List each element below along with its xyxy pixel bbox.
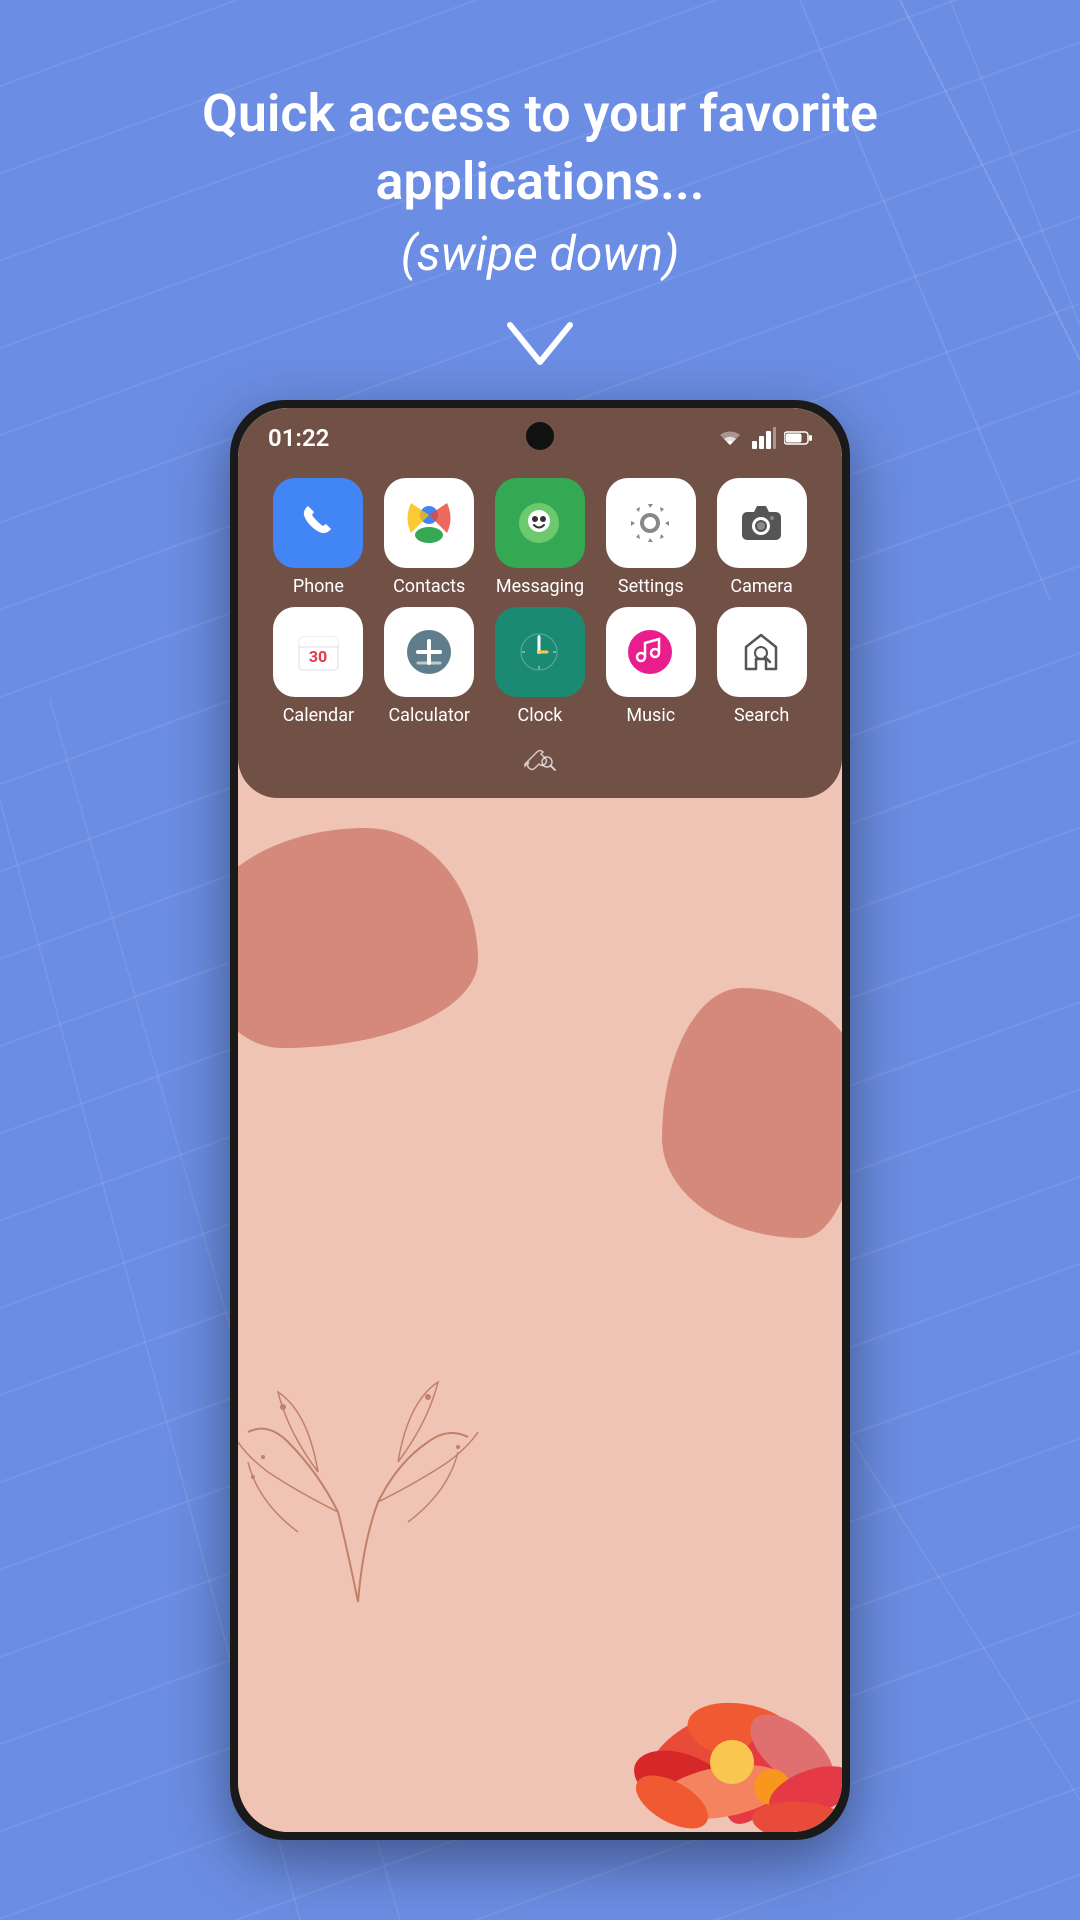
app-item-calendar[interactable]: 30 Calendar bbox=[268, 607, 369, 726]
calendar-app-label: Calendar bbox=[283, 705, 354, 726]
music-app-label: Music bbox=[626, 705, 675, 726]
app-item-phone[interactable]: Phone bbox=[268, 478, 369, 597]
search-app-icon bbox=[717, 607, 807, 697]
contacts-app-icon bbox=[384, 478, 474, 568]
app-item-search[interactable]: Search bbox=[711, 607, 812, 726]
contacts-app-label: Contacts bbox=[393, 576, 465, 597]
phone-app-label: Phone bbox=[293, 576, 344, 597]
hero-section: Quick access to your favorite applicatio… bbox=[0, 80, 1080, 282]
blob-decoration-2 bbox=[662, 988, 842, 1238]
search-app-label: Search bbox=[734, 705, 789, 726]
battery-icon bbox=[784, 430, 812, 446]
app-item-contacts[interactable]: Contacts bbox=[379, 478, 480, 597]
app-item-settings[interactable]: Settings bbox=[600, 478, 701, 597]
messaging-app-label: Messaging bbox=[496, 576, 584, 597]
camera-app-icon bbox=[717, 478, 807, 568]
clock-app-icon bbox=[495, 607, 585, 697]
app-item-music[interactable]: Music bbox=[600, 607, 701, 726]
status-time: 01:22 bbox=[268, 424, 329, 452]
app-grid: Phone Contacts bbox=[258, 468, 822, 736]
hero-subtitle: (swipe down) bbox=[40, 225, 1040, 282]
phone-frame: 01:22 bbox=[230, 400, 850, 1840]
app-item-clock[interactable]: Clock bbox=[490, 607, 591, 726]
status-icons bbox=[716, 427, 812, 449]
app-item-calculator[interactable]: Calculator bbox=[379, 607, 480, 726]
drawer-handle[interactable] bbox=[258, 736, 822, 778]
signal-icon bbox=[752, 427, 776, 449]
settings-app-label: Settings bbox=[618, 576, 684, 597]
messaging-app-icon bbox=[495, 478, 585, 568]
hero-title: Quick access to your favorite applicatio… bbox=[40, 80, 1040, 215]
wifi-icon bbox=[716, 427, 744, 449]
plant-illustration bbox=[238, 1232, 488, 1612]
flower-decoration bbox=[502, 1532, 842, 1832]
calculator-app-icon bbox=[384, 607, 474, 697]
blob-decoration-1 bbox=[238, 828, 478, 1048]
music-app-icon bbox=[606, 607, 696, 697]
calendar-app-icon: 30 bbox=[273, 607, 363, 697]
phone-app-icon bbox=[273, 478, 363, 568]
settings-app-icon bbox=[606, 478, 696, 568]
calculator-app-label: Calculator bbox=[388, 705, 469, 726]
clock-app-label: Clock bbox=[518, 705, 563, 726]
phone-screen: 01:22 bbox=[238, 408, 842, 1832]
svg-text:30: 30 bbox=[309, 647, 327, 666]
app-item-camera[interactable]: Camera bbox=[711, 478, 812, 597]
chevron-down-icon bbox=[505, 320, 575, 380]
camera-notch bbox=[526, 422, 554, 450]
camera-app-label: Camera bbox=[730, 576, 792, 597]
app-item-messaging[interactable]: Messaging bbox=[490, 478, 591, 597]
